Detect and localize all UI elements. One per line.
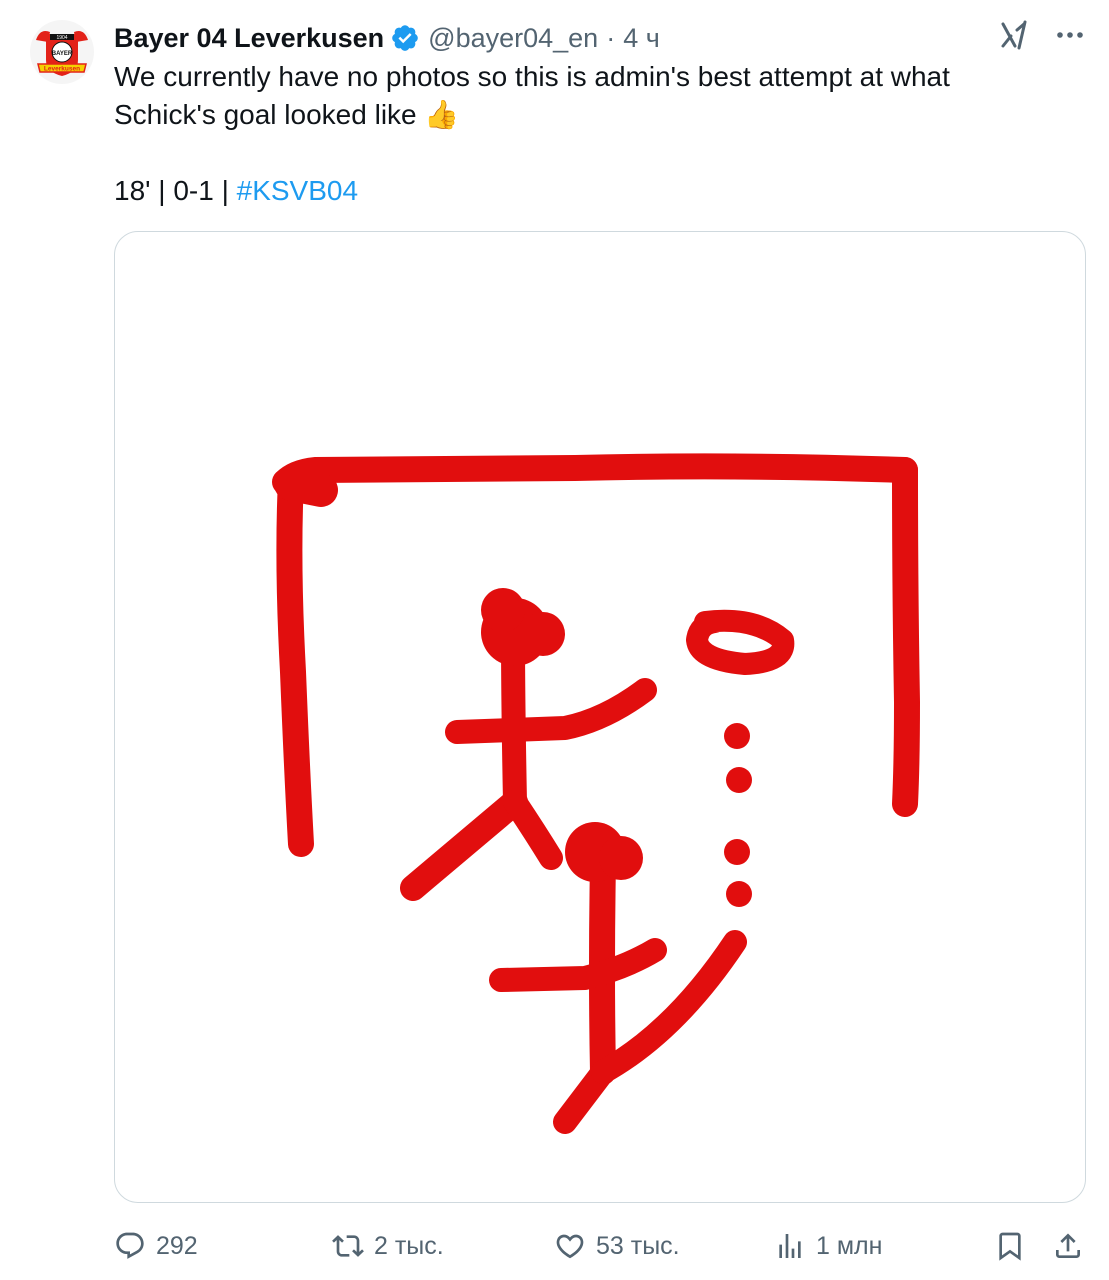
share-button[interactable] [1052, 1222, 1084, 1270]
svg-text:1904: 1904 [56, 35, 67, 41]
trajectory-dot [724, 839, 750, 865]
more-icon[interactable] [1053, 18, 1087, 52]
trajectory-dot [726, 767, 752, 793]
bayer-crest-logo: BAYER 1904 Leverkusen [30, 20, 94, 84]
svg-text:Leverkusen: Leverkusen [44, 66, 80, 73]
retweet-count: 2 тыс. [374, 1231, 444, 1260]
share-icon [1056, 1233, 1080, 1258]
timestamp[interactable]: 4 ч [623, 23, 660, 54]
score-line: 18' | 0-1 | #KSVB04 [114, 172, 358, 210]
tweet-text-line: Schick's goal looked like 👍 [114, 99, 460, 130]
like-button[interactable]: 53 тыс. [554, 1222, 680, 1270]
views-button[interactable]: 1 млн [774, 1222, 882, 1270]
reply-count: 292 [156, 1231, 198, 1260]
score-text: 18' | 0-1 | [114, 175, 237, 206]
verified-badge-icon[interactable] [390, 23, 420, 53]
figure-right-arms [489, 938, 667, 992]
goal-left-post [276, 467, 314, 857]
trajectory-dot [726, 881, 752, 907]
trajectory-dot [724, 723, 750, 749]
goal-right-post [892, 457, 920, 817]
views-icon [779, 1234, 801, 1258]
tweet-header: Bayer 04 Leverkusen @bayer04_en · 4 ч [114, 18, 660, 58]
like-icon [556, 1234, 584, 1259]
ball [686, 609, 795, 675]
like-count: 53 тыс. [596, 1231, 680, 1260]
svg-text:BAYER: BAYER [52, 51, 73, 57]
goal-drawing [272, 453, 920, 1134]
author-handle[interactable]: @bayer04_en [428, 23, 598, 54]
separator-dot: · [606, 22, 616, 53]
figure-left-leg-left [400, 789, 528, 901]
tweet-media-image[interactable] [114, 231, 1086, 1203]
goal-crossbar [272, 453, 918, 495]
retweet-icon [332, 1235, 364, 1257]
figure-left-arms [445, 678, 657, 744]
author-name[interactable]: Bayer 04 Leverkusen [114, 23, 384, 54]
tweet-top-actions [997, 18, 1087, 52]
tweet-text-line: We currently have no photos so this is a… [114, 61, 950, 92]
retweet-button[interactable]: 2 тыс. [332, 1222, 444, 1270]
tweet-text: We currently have no photos so this is a… [114, 58, 1074, 134]
bookmark-icon [999, 1232, 1021, 1261]
views-count: 1 млн [816, 1231, 883, 1260]
figure-left-leg-right [503, 790, 563, 870]
reply-button[interactable]: 292 [114, 1222, 198, 1270]
reply-icon [116, 1232, 144, 1259]
grok-icon[interactable] [997, 18, 1031, 52]
tweet-action-bar: 292 2 тыс. 53 тыс. 1 млн [114, 1222, 1094, 1270]
avatar[interactable]: BAYER 1904 Leverkusen [30, 20, 94, 84]
hashtag-link[interactable]: #KSVB04 [237, 175, 358, 206]
bookmark-button[interactable] [994, 1222, 1026, 1270]
